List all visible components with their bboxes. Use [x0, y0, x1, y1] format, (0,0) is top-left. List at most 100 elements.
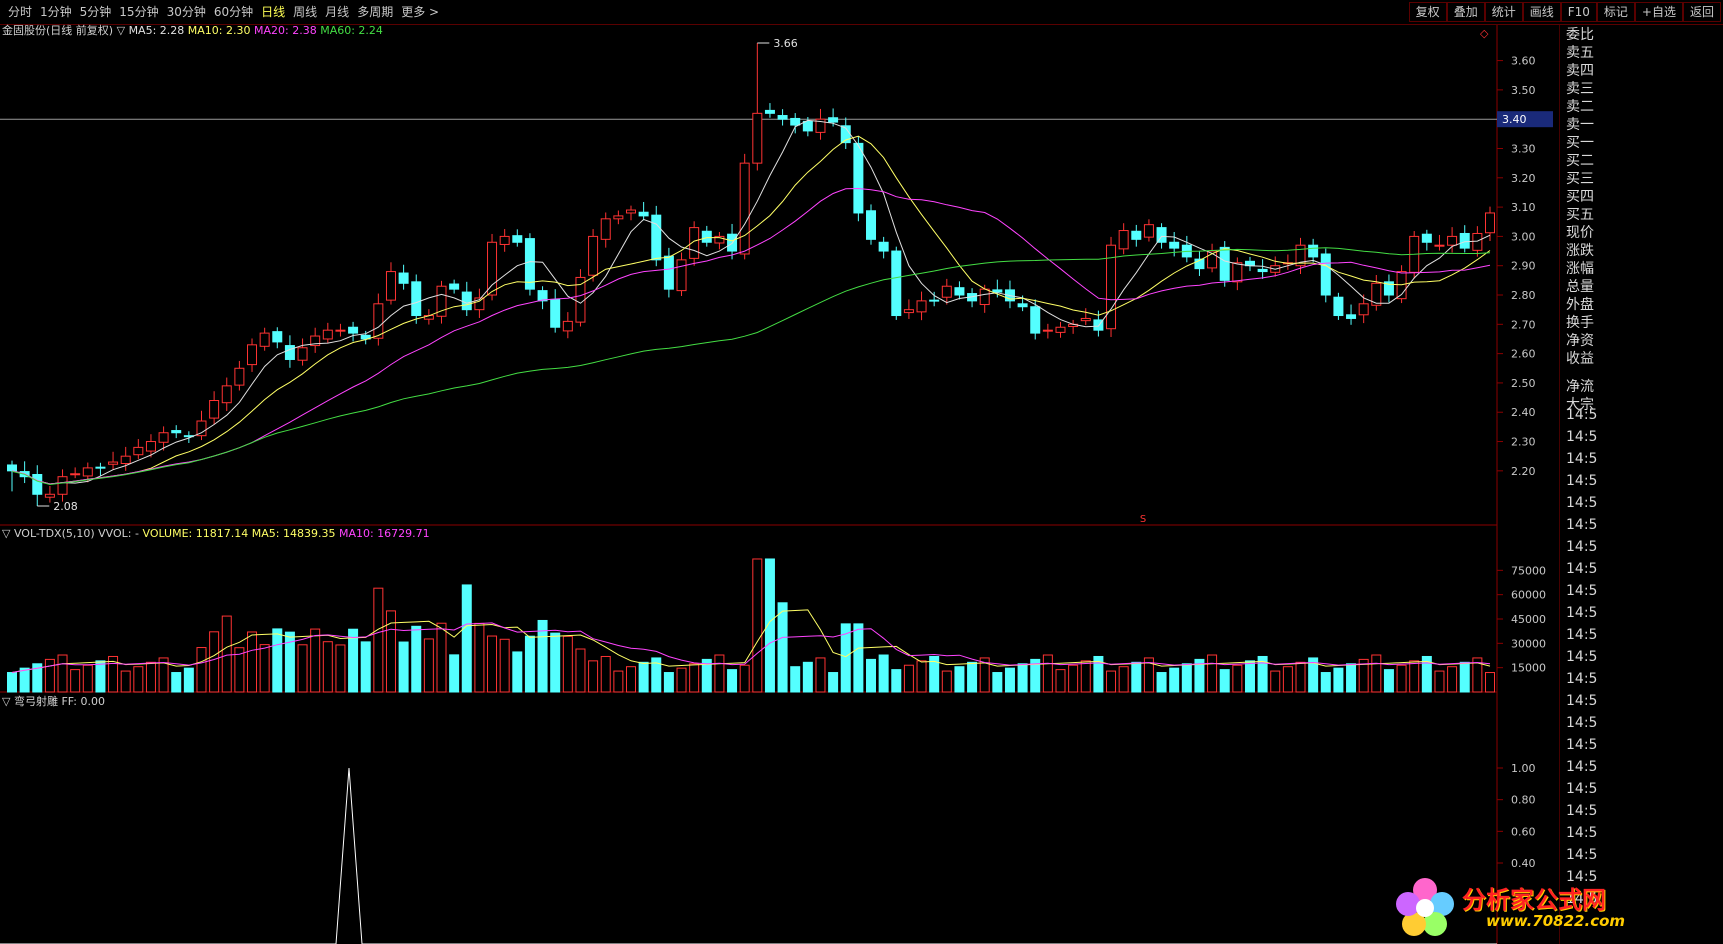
candle-body: [1232, 262, 1243, 283]
candle-body: [764, 109, 775, 114]
tick-time-row: 14:5: [1566, 649, 1598, 665]
candle-body: [82, 467, 93, 477]
low-price-label: 2.08: [53, 500, 77, 513]
volume-bar: [815, 657, 826, 693]
volume-bar: [613, 670, 624, 693]
volume-bar: [221, 615, 232, 693]
toolbar-button[interactable]: F10: [1560, 2, 1597, 22]
candle-body: [739, 162, 750, 255]
candle-body: [1320, 253, 1331, 296]
volume-bar: [625, 666, 636, 693]
candle-body: [625, 209, 636, 214]
tick-time-row: 14:5: [1566, 451, 1598, 467]
volume-bar: [1371, 654, 1382, 693]
candle-body: [878, 241, 889, 252]
volume-bar: [398, 641, 409, 693]
volume-bar: [373, 587, 384, 693]
candle-body: [1434, 244, 1445, 247]
volume-bar: [259, 644, 270, 693]
toolbar-button[interactable]: 返回: [1682, 2, 1721, 22]
candle-body: [221, 385, 232, 404]
candle-body: [903, 309, 914, 314]
ma5-line: [11, 119, 1491, 485]
volume-bar: [916, 660, 927, 693]
volume-bar: [550, 632, 561, 693]
quote-field-label: 净资: [1566, 333, 1594, 349]
volume-bar: [171, 672, 182, 693]
candle-body: [979, 288, 990, 306]
volume-y-tick-label: 45000: [1511, 613, 1546, 626]
candle-body: [284, 345, 295, 360]
candle-body: [790, 117, 801, 126]
volume-bar: [1080, 660, 1091, 693]
volume-bar: [1383, 669, 1394, 693]
candle-body: [234, 367, 245, 386]
volume-bar: [487, 635, 498, 693]
volume-bar: [1447, 666, 1458, 693]
toolbar-button[interactable]: 标记: [1596, 2, 1635, 22]
volume-bar: [1131, 661, 1142, 693]
watermark-url: www.70822.com: [1486, 912, 1626, 930]
volume-bar: [1485, 672, 1495, 693]
volume-bar: [7, 672, 17, 693]
volume-bar: [335, 644, 346, 693]
candle-body: [1143, 224, 1154, 238]
candle-body: [348, 326, 359, 334]
candle-body: [133, 446, 144, 456]
candle-body: [1346, 314, 1357, 319]
volume-bar: [777, 602, 788, 693]
volume-bar: [1068, 664, 1079, 693]
ma10-line: [11, 135, 1491, 485]
candle-body: [297, 347, 308, 361]
quote-field-label: 买一: [1566, 135, 1594, 151]
candle-body: [1472, 232, 1483, 251]
candle-body: [1447, 235, 1458, 246]
volume-bar: [272, 628, 283, 693]
quote-field-label: 收益: [1566, 351, 1594, 367]
volume-y-tick-label: 30000: [1511, 637, 1546, 650]
volume-bar: [1282, 666, 1293, 693]
candle-body: [1257, 268, 1268, 273]
stock-chart[interactable]: 3.60 3.50 3.40 3.30 3.20 3.10 3.00 2.90 2.80 2.70…: [0, 0, 1560, 944]
volume-bar: [524, 635, 535, 693]
quote-field-label: 外盘: [1566, 297, 1594, 313]
candle-body: [1308, 244, 1319, 258]
candle-body: [916, 300, 927, 313]
tick-time-row: 14:5: [1566, 407, 1598, 423]
volume-bar: [196, 647, 207, 693]
quote-field-label: 委比: [1566, 27, 1594, 43]
y-tick-label: 2.20: [1511, 465, 1536, 478]
candle-body: [701, 230, 712, 243]
tick-time-row: 14:5: [1566, 803, 1598, 819]
volume-bar: [461, 584, 472, 693]
tick-time-row: 14:5: [1566, 429, 1598, 445]
volume-bar: [891, 669, 902, 693]
candle-body: [398, 272, 409, 284]
volume-bar: [360, 641, 371, 693]
tick-time-row: 14:5: [1566, 583, 1598, 599]
volume-bar: [1295, 661, 1306, 693]
toolbar-button[interactable]: +自选: [1634, 2, 1683, 22]
candle-body: [853, 142, 864, 214]
volume-bar: [145, 661, 156, 693]
volume-bar: [878, 654, 889, 693]
candle-body: [929, 299, 940, 302]
candle-body: [272, 331, 283, 343]
candle-body: [1485, 212, 1495, 234]
volume-bar: [1169, 667, 1180, 693]
volume-bar: [512, 651, 523, 693]
candle-body: [663, 255, 674, 290]
volume-bar: [676, 667, 687, 693]
candle-body: [487, 241, 498, 296]
volume-bar: [1042, 654, 1053, 693]
volume-bar: [739, 664, 750, 693]
volume-bar: [1106, 670, 1117, 693]
candle-body: [7, 464, 17, 472]
volume-bar: [1244, 660, 1255, 693]
volume-bar: [853, 623, 864, 693]
candle-body: [1131, 230, 1142, 240]
watermark-name: 分析家公式网: [1462, 886, 1606, 914]
candle-body: [1169, 241, 1180, 249]
volume-bar: [790, 666, 801, 693]
volume-bar: [866, 658, 877, 693]
